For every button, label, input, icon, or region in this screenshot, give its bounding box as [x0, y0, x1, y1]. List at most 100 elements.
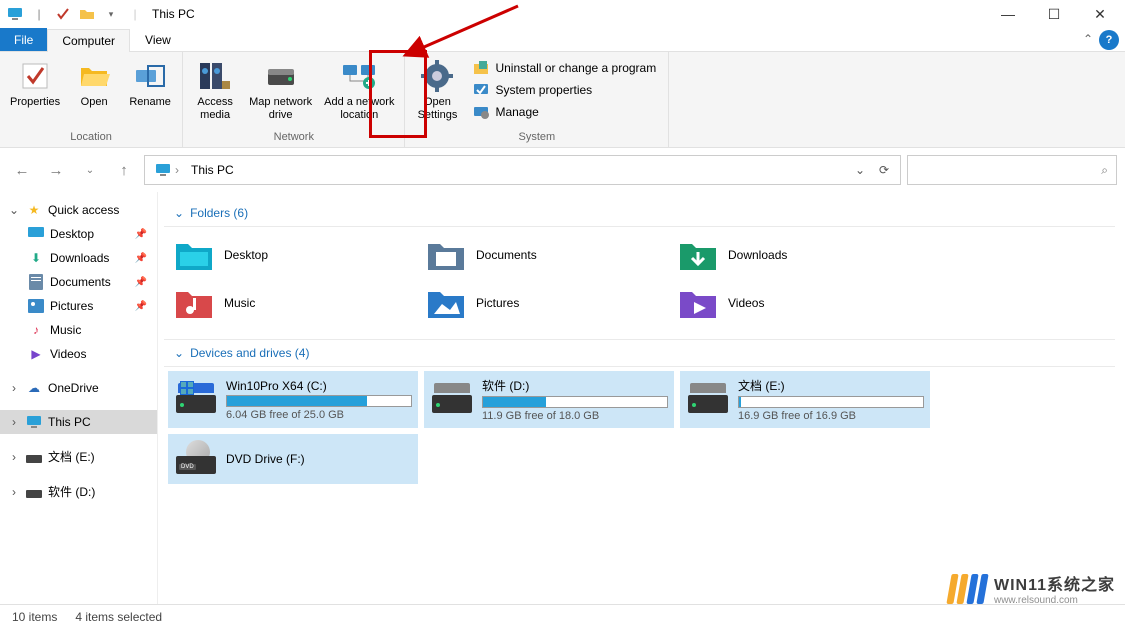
folder-videos[interactable]: Videos [672, 279, 924, 327]
group-folders-header[interactable]: ⌄Folders (6) [164, 200, 1115, 227]
access-media-icon [197, 58, 233, 94]
ribbon-group-label: System [413, 129, 660, 145]
drive-d[interactable]: 软件 (D:)11.9 GB free of 18.0 GB [424, 371, 674, 428]
tree-thispc[interactable]: ›This PC [0, 410, 157, 434]
pin-icon: 📌 [135, 253, 147, 264]
qat-dropdown-icon[interactable]: ▾ [102, 5, 120, 23]
pin-icon: 📌 [135, 277, 147, 288]
pin-icon: 📌 [135, 229, 147, 240]
desktop-icon [28, 226, 44, 242]
refresh-button[interactable]: ⟳ [872, 156, 896, 184]
gear-icon [419, 58, 455, 94]
content-pane[interactable]: ⌄Folders (6) Desktop Documents Downloads… [158, 192, 1125, 604]
tree-music[interactable]: ♪Music [0, 318, 157, 342]
ribbon-group-location: Properties Open Rename Location [0, 52, 183, 147]
search-icon[interactable]: ⌕ [1101, 163, 1108, 178]
window-title: This PC [152, 7, 195, 21]
folder-documents[interactable]: Documents [420, 231, 672, 279]
star-icon: ★ [26, 202, 42, 218]
address-dropdown-icon[interactable]: ⌄ [848, 156, 872, 184]
ribbon-collapse-icon[interactable]: ⌃ [1083, 32, 1093, 51]
pc-icon [6, 5, 24, 23]
add-network-location-button[interactable]: Add a network location [322, 56, 396, 124]
tree-downloads[interactable]: ⬇Downloads📌 [0, 246, 157, 270]
manage-icon [473, 104, 489, 120]
drive-c[interactable]: Win10Pro X64 (C:)6.04 GB free of 25.0 GB [168, 371, 418, 428]
properties-qat-icon[interactable] [54, 5, 72, 23]
open-button[interactable]: Open [70, 56, 118, 111]
tree-quick-access[interactable]: ⌄★Quick access [0, 198, 157, 222]
qat-sep-icon: | [30, 5, 48, 23]
help-icon[interactable]: ? [1099, 30, 1119, 50]
breadcrumb-thispc[interactable]: This PC [185, 163, 240, 177]
open-settings-button[interactable]: Open Settings [413, 56, 461, 124]
drive-e[interactable]: 文档 (E:)16.9 GB free of 16.9 GB [680, 371, 930, 428]
music-folder-icon [174, 285, 214, 321]
dvd-drive-icon: DVD [174, 440, 218, 478]
tab-computer[interactable]: Computer [47, 29, 130, 52]
tree-onedrive[interactable]: ›☁OneDrive [0, 376, 157, 400]
rename-icon [132, 58, 168, 94]
desktop-folder-icon [174, 237, 214, 273]
ribbon-group-system: Open Settings Uninstall or change a prog… [405, 52, 669, 147]
tree-pictures[interactable]: Pictures📌 [0, 294, 157, 318]
nav-tree[interactable]: ⌄★Quick access Desktop📌 ⬇Downloads📌 Docu… [0, 192, 158, 604]
rename-button[interactable]: Rename [126, 56, 174, 111]
uninstall-icon [473, 60, 489, 76]
downloads-folder-icon [678, 237, 718, 273]
close-button[interactable]: ✕ [1077, 0, 1123, 28]
tree-desktop[interactable]: Desktop📌 [0, 222, 157, 246]
folder-music[interactable]: Music [168, 279, 420, 327]
access-media-button[interactable]: Access media [191, 56, 239, 124]
manage-button[interactable]: Manage [469, 102, 660, 122]
minimize-button[interactable]: ― [985, 0, 1031, 28]
pc-icon [26, 414, 42, 430]
breadcrumb-root[interactable]: › [149, 163, 185, 177]
address-bar[interactable]: › This PC ⌄ ⟳ [144, 155, 901, 185]
forward-button[interactable]: → [42, 156, 70, 184]
drive-icon [26, 484, 42, 500]
tab-file[interactable]: File [0, 28, 47, 51]
capacity-bar [226, 395, 412, 407]
folders-grid: Desktop Documents Downloads Music Pictur… [158, 231, 1121, 339]
ribbon-group-label: Location [8, 129, 174, 145]
pc-icon [155, 163, 171, 177]
cloud-icon: ☁ [26, 380, 42, 396]
quick-access-toolbar: | ▾ | [2, 5, 144, 23]
map-drive-button[interactable]: Map network drive [247, 56, 314, 124]
tree-drive-d[interactable]: ›软件 (D:) [0, 479, 157, 504]
videos-folder-icon [678, 285, 718, 321]
capacity-bar [482, 396, 668, 408]
tree-drive-e[interactable]: ›文档 (E:) [0, 444, 157, 469]
chevron-down-icon: ⌄ [174, 206, 184, 220]
add-network-icon [341, 58, 377, 94]
tree-videos[interactable]: ▶Videos [0, 342, 157, 366]
drive-icon [26, 449, 42, 465]
main-area: ⌄★Quick access Desktop📌 ⬇Downloads📌 Docu… [0, 192, 1125, 604]
uninstall-program-button[interactable]: Uninstall or change a program [469, 58, 660, 78]
tab-view[interactable]: View [130, 28, 186, 51]
drive-dvd[interactable]: DVD DVD Drive (F:) [168, 434, 418, 484]
search-input[interactable]: ⌕ [907, 155, 1117, 185]
folder-qat-icon[interactable] [78, 5, 96, 23]
recent-dropdown[interactable]: ⌄ [76, 156, 104, 184]
os-drive-icon [174, 381, 218, 419]
folder-pictures[interactable]: Pictures [420, 279, 672, 327]
nav-bar: ← → ⌄ ↑ › This PC ⌄ ⟳ ⌕ [0, 148, 1125, 192]
drive-icon [430, 381, 474, 419]
properties-button[interactable]: Properties [8, 56, 62, 111]
pin-icon: 📌 [135, 301, 147, 312]
system-properties-button[interactable]: System properties [469, 80, 660, 100]
up-button[interactable]: ↑ [110, 156, 138, 184]
tree-documents[interactable]: Documents📌 [0, 270, 157, 294]
folder-desktop[interactable]: Desktop [168, 231, 420, 279]
downloads-icon: ⬇ [28, 250, 44, 266]
maximize-button[interactable]: ☐ [1031, 0, 1077, 28]
videos-icon: ▶ [28, 346, 44, 362]
back-button[interactable]: ← [8, 156, 36, 184]
status-selected: 4 items selected [75, 610, 162, 624]
ribbon-group-label: Network [191, 129, 396, 145]
title-bar: | ▾ | This PC ― ☐ ✕ [0, 0, 1125, 28]
folder-downloads[interactable]: Downloads [672, 231, 924, 279]
group-drives-header[interactable]: ⌄Devices and drives (4) [164, 339, 1115, 367]
